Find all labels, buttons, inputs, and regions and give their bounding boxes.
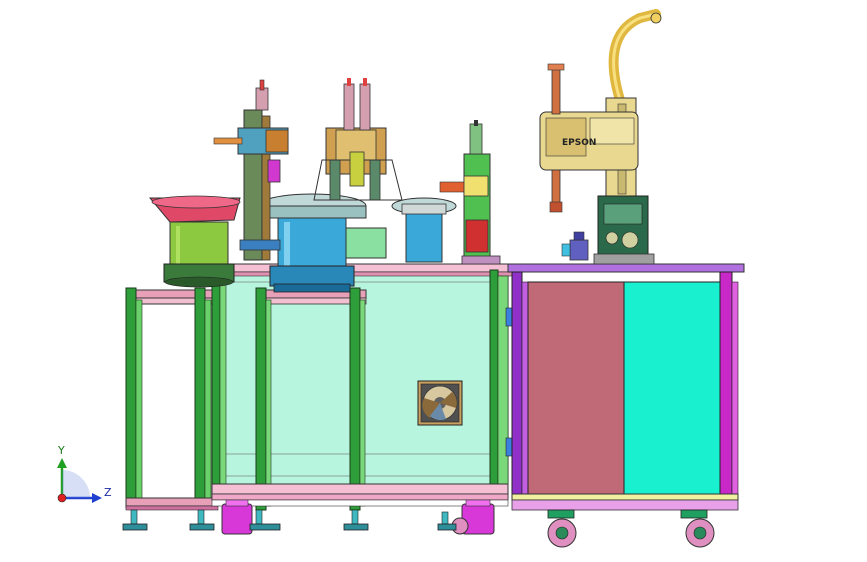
robot-brand-label: EPSON bbox=[562, 138, 596, 148]
coordinate-triad: Y Z bbox=[57, 444, 112, 503]
cooling-fan bbox=[417, 380, 463, 426]
scara-robot: EPSON bbox=[539, 9, 662, 265]
leveling-foot bbox=[122, 509, 215, 531]
z-axis-label: Z bbox=[104, 486, 112, 499]
cad-viewport[interactable]: EPSON Y Z bbox=[0, 0, 867, 562]
left-side-stand bbox=[122, 287, 219, 531]
x-axis-dot bbox=[57, 493, 67, 503]
caster-wheel bbox=[547, 509, 715, 548]
vibratory-bowl-right bbox=[391, 197, 457, 263]
robot-cabinet bbox=[507, 263, 745, 548]
y-axis-label: Y bbox=[57, 444, 65, 457]
air-regulator bbox=[561, 231, 589, 261]
vibratory-bowl-left bbox=[148, 195, 241, 288]
main-cabinet bbox=[211, 263, 515, 511]
assembly-drawing: EPSON Y Z bbox=[57, 9, 745, 548]
feeder-column bbox=[439, 120, 501, 265]
